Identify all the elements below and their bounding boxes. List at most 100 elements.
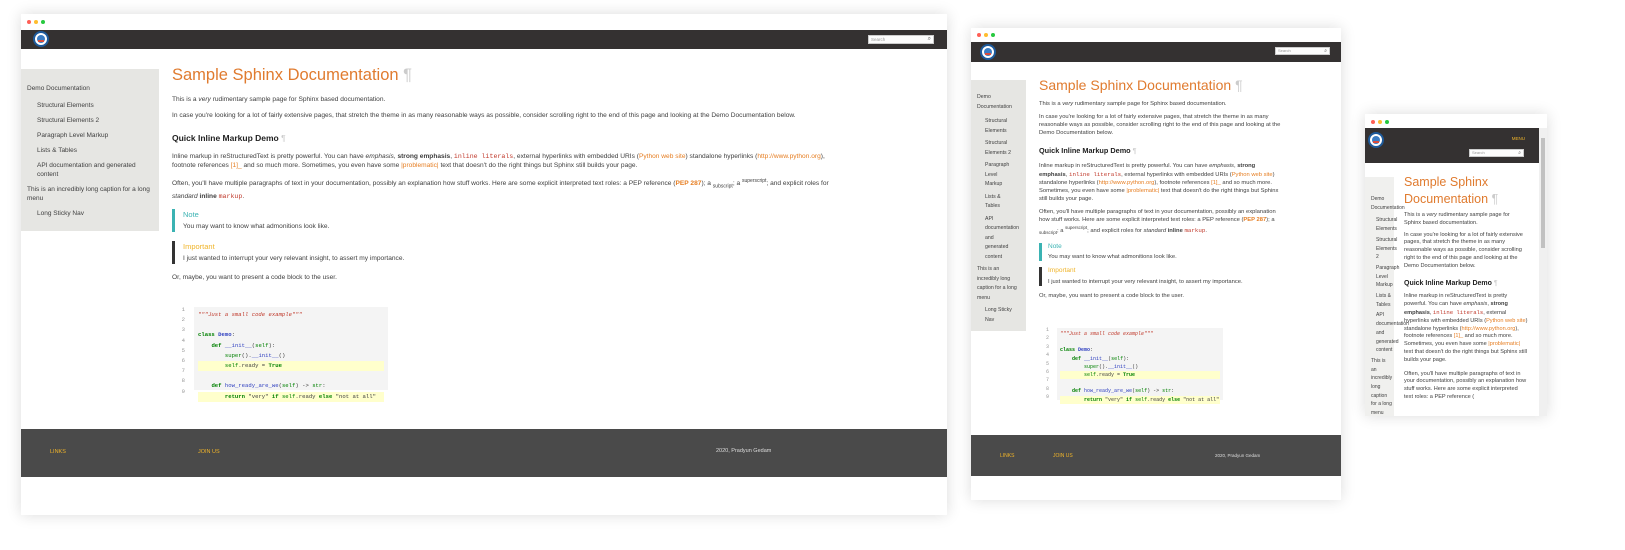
footer-copyright: 2020, Pradyun Gedam bbox=[1215, 453, 1261, 458]
globe-logo-icon[interactable] bbox=[1368, 132, 1384, 148]
sidebar-item-paragraph[interactable]: Paragraph Level Markup bbox=[27, 131, 153, 140]
top-bar: MENU Search ⌕ bbox=[1365, 128, 1539, 163]
note-admonition: Note You may want to know what admonitio… bbox=[1039, 243, 1284, 262]
globe-logo-icon[interactable] bbox=[980, 44, 996, 60]
footer: LINKS JOIN US 2020, Pradyun Gedam bbox=[21, 429, 947, 477]
close-dot[interactable] bbox=[27, 20, 31, 24]
often-paragraph: Often, you'll have multiple paragraphs o… bbox=[1404, 370, 1527, 400]
important-title: Important bbox=[1048, 267, 1076, 275]
main-content: Sample Sphinx Documentation ¶ This is a … bbox=[1404, 174, 1528, 414]
sidebar-item-structural[interactable]: Structural Elements bbox=[977, 117, 1020, 136]
close-dot[interactable] bbox=[977, 33, 981, 37]
window-chrome bbox=[1365, 114, 1547, 128]
search-input[interactable]: Search ⌕ bbox=[1275, 47, 1330, 55]
line-numbers: 123456789 bbox=[181, 306, 185, 395]
sidebar-item-sticky[interactable]: Long Sticky Nav bbox=[27, 209, 153, 218]
search-icon[interactable]: ⌕ bbox=[1518, 150, 1521, 156]
sidebar-item-structural-2[interactable]: Structural Elements 2 bbox=[1371, 236, 1397, 262]
tablet-preview: Search ⌕ Demo Documentation Structural El… bbox=[971, 28, 1341, 500]
sidebar-item-sticky[interactable]: Long Sticky Nav bbox=[977, 306, 1020, 325]
footer-links[interactable]: LINKS bbox=[50, 449, 66, 455]
page-title: Sample Sphinx Documentation ¶ bbox=[1404, 175, 1499, 206]
title-permalink[interactable]: ¶ bbox=[403, 66, 412, 84]
minimize-dot[interactable] bbox=[34, 20, 38, 24]
desktop-preview: Search ⌕ Demo Documentation Structural El… bbox=[21, 14, 947, 515]
sidebar-item-lists[interactable]: Lists & Tables bbox=[27, 146, 153, 155]
search-input[interactable]: Search ⌕ bbox=[1469, 149, 1524, 157]
python-web-site-link[interactable]: Python web site bbox=[639, 153, 686, 160]
main-content: Sample Sphinx Documentation ¶ This is a … bbox=[172, 64, 832, 282]
footnote-ref[interactable]: [1]_ bbox=[231, 162, 242, 169]
often-paragraph: Often, you'll have multiple paragraphs o… bbox=[172, 178, 829, 200]
important-title: Important bbox=[183, 241, 215, 251]
scrollbar-thumb[interactable] bbox=[1541, 138, 1545, 248]
footer-join-us[interactable]: JOIN US bbox=[1053, 453, 1073, 459]
sidebar-item-demo[interactable]: Demo Documentation bbox=[1371, 195, 1405, 212]
sidebar-item-structural-2[interactable]: Structural Elements 2 bbox=[977, 139, 1020, 158]
sidebar-item-structural[interactable]: Structural Elements bbox=[1371, 216, 1397, 233]
maximize-dot[interactable] bbox=[41, 20, 45, 24]
sidebar-item-long-caption[interactable]: This is an incredibly long caption for a… bbox=[977, 265, 1020, 303]
search-input[interactable]: Search ⌕ bbox=[868, 35, 934, 44]
footnote-ref[interactable]: [1]_ bbox=[1454, 333, 1463, 339]
note-text: You may want to know what admonitions lo… bbox=[1048, 254, 1177, 261]
python-web-site-link[interactable]: Python web site bbox=[1232, 172, 1273, 178]
menu-button[interactable]: MENU bbox=[1512, 136, 1525, 141]
intro-paragraph: This is a very rudimentary sample page f… bbox=[1404, 212, 1510, 226]
minimize-dot[interactable] bbox=[984, 33, 988, 37]
intro-paragraph: This is a very rudimentary sample page f… bbox=[172, 96, 386, 103]
sidebar-item-demo[interactable]: Demo Documentation bbox=[977, 93, 1020, 112]
sidebar-item-paragraph[interactable]: Paragraph Level Markup bbox=[977, 161, 1020, 190]
code-block: """Just a small code example""" class De… bbox=[194, 307, 388, 402]
sidebar-item-structural-2[interactable]: Structural Elements 2 bbox=[27, 116, 153, 125]
maximize-dot[interactable] bbox=[1385, 120, 1389, 124]
inline-markup-paragraph: Inline markup in reStructuredText is pre… bbox=[172, 153, 825, 169]
case-paragraph: In case you're looking for a lot of fair… bbox=[1039, 114, 1281, 137]
line-numbers: 123456789 bbox=[1045, 327, 1049, 401]
close-dot[interactable] bbox=[1371, 120, 1375, 124]
code-intro: Or, maybe, you want to present a code bl… bbox=[1039, 292, 1185, 299]
sidebar-item-demo[interactable]: Demo Documentation bbox=[27, 84, 153, 93]
python-org-link[interactable]: http://www.python.org bbox=[1462, 326, 1516, 332]
section-heading: Quick Inline Markup Demo ¶ bbox=[172, 133, 286, 143]
python-org-link[interactable]: http://www.python.org bbox=[757, 153, 820, 160]
note-title: Note bbox=[1048, 243, 1062, 251]
intro-paragraph: This is a very rudimentary sample page f… bbox=[1039, 101, 1227, 107]
inline-markup-paragraph: Inline markup in reStructuredText is pre… bbox=[1039, 163, 1279, 202]
section-heading: Quick Inline Markup Demo ¶ bbox=[1404, 279, 1498, 287]
inline-markup-paragraph: Inline markup in reStructuredText is pre… bbox=[1404, 293, 1528, 363]
mobile-preview: MENU Search ⌕ Demo Documentation Structur… bbox=[1365, 114, 1547, 416]
python-web-site-link[interactable]: Python web site bbox=[1486, 318, 1526, 324]
top-bar: Search ⌕ bbox=[21, 30, 947, 49]
python-org-link[interactable]: http://www.python.org bbox=[1099, 180, 1155, 186]
search-icon[interactable]: ⌕ bbox=[928, 36, 931, 43]
sidebar-item-api[interactable]: API documentation and generated content bbox=[1371, 311, 1409, 355]
footnote-ref[interactable]: [1]_ bbox=[1211, 180, 1221, 186]
maximize-dot[interactable] bbox=[991, 33, 995, 37]
sidebar: Demo Documentation Structural Elements S… bbox=[1365, 177, 1409, 416]
note-title: Note bbox=[183, 209, 199, 219]
note-text: You may want to know what admonitions lo… bbox=[183, 222, 330, 230]
search-icon[interactable]: ⌕ bbox=[1324, 48, 1327, 54]
sidebar-item-long-caption[interactable]: This is an incredibly long caption for a… bbox=[27, 185, 153, 203]
page-title: Sample Sphinx Documentation ¶ bbox=[1039, 77, 1243, 93]
sidebar-item-lists[interactable]: Lists & Tables bbox=[977, 193, 1020, 212]
sidebar-item-long-caption[interactable]: This is an incredibly long caption for a… bbox=[1371, 357, 1392, 416]
code-block: """Just a small code example""" class De… bbox=[1057, 328, 1223, 404]
page-title-text: Sample Sphinx Documentation bbox=[172, 66, 399, 84]
sidebar-item-api[interactable]: API documentation and generated content bbox=[27, 161, 153, 179]
footer-join-us[interactable]: JOIN US bbox=[198, 449, 220, 455]
sidebar-item-structural[interactable]: Structural Elements bbox=[27, 101, 153, 110]
pep-link[interactable]: PEP 287 bbox=[676, 180, 702, 187]
minimize-dot[interactable] bbox=[1378, 120, 1382, 124]
globe-logo-icon[interactable] bbox=[33, 31, 49, 47]
important-admonition: Important I just wanted to interrupt you… bbox=[1039, 267, 1284, 286]
sidebar-item-paragraph[interactable]: Paragraph Level Markup bbox=[1371, 264, 1399, 290]
sidebar-item-api[interactable]: API documentation and generated content bbox=[977, 215, 1020, 263]
pep-link[interactable]: PEP 287 bbox=[1243, 217, 1266, 223]
scrollbar[interactable] bbox=[1539, 128, 1547, 416]
sidebar-item-lists[interactable]: Lists & Tables bbox=[1371, 292, 1392, 309]
sidebar: Demo Documentation Structural Elements S… bbox=[971, 80, 1026, 331]
footer-links[interactable]: LINKS bbox=[1000, 453, 1014, 459]
main-content: Sample Sphinx Documentation ¶ This is a … bbox=[1039, 75, 1284, 300]
